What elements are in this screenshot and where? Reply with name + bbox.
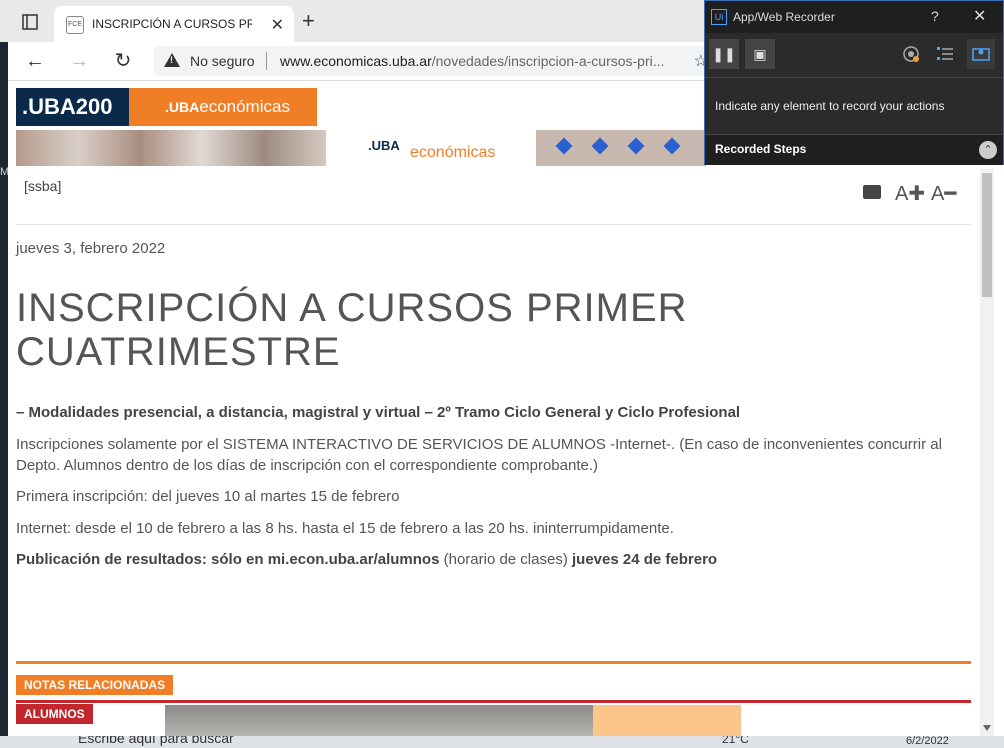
logo-prefix: .UBA [165, 99, 200, 115]
target-settings-icon[interactable] [901, 45, 921, 65]
category-badge[interactable]: ALUMNOS [16, 704, 93, 724]
taskbar-date[interactable]: 6/2/2022 [906, 736, 949, 747]
scrollbar-thumb[interactable] [982, 173, 992, 297]
url-text[interactable]: www.economicas.uba.ar/novedades/inscripc… [280, 53, 664, 69]
browser-tab[interactable]: FCE INSCRIPCIÓN A CURSOS PRIMER ✕ [54, 6, 294, 42]
results-date: jueves 24 de febrero [572, 551, 718, 568]
warning-icon[interactable] [164, 53, 180, 67]
back-button[interactable]: ← [24, 50, 46, 72]
banner-logo: .UBA económicas [368, 137, 495, 161]
banner-logo-area: .UBA económicas [326, 130, 536, 166]
banner-photo-right [536, 130, 706, 166]
url-path: /novedades/inscripcion-a-cursos-pri... [431, 53, 665, 69]
article-tag: [ssba] [24, 178, 62, 194]
banner-diamond [555, 137, 573, 155]
app-web-recorder-window: Ui App/Web Recorder ? ✕ ❚❚ ▣ Indicate an… [704, 0, 1004, 165]
results-mid-text: (horario de clases) [439, 551, 572, 568]
banner-logo-name: económicas [410, 144, 496, 161]
site-favicon-icon: FCE [66, 16, 84, 34]
article-paragraph: Inscripciones solamente por el SISTEMA I… [16, 436, 942, 474]
article-paragraph: Internet: desde el 10 de febrero a las 8… [16, 520, 674, 537]
save-recording-button[interactable]: ▣ [745, 39, 775, 69]
font-decrease-button[interactable]: A━ [931, 181, 956, 206]
recorded-steps-label: Recorded Steps [715, 142, 807, 156]
font-increase-button[interactable]: A✚ [895, 181, 925, 206]
article-paragraph: Primera inscripción: del jueves 10 al ma… [16, 488, 400, 505]
logo-name: económicas [199, 97, 290, 116]
divider [16, 224, 971, 225]
header-banner: .UBA económicas [16, 130, 706, 166]
results-text: Publicación de resultados: sólo en mi.ec… [16, 551, 440, 568]
recorder-titlebar: Ui App/Web Recorder ? ✕ [705, 1, 1003, 33]
tab-title: INSCRIPCIÓN A CURSOS PRIMER [92, 17, 252, 31]
recorded-steps-header[interactable]: Recorded Steps ⌃ [705, 134, 1003, 165]
tab-close-icon[interactable]: ✕ [271, 15, 284, 35]
help-button[interactable]: ? [931, 8, 939, 24]
related-notes-label: NOTAS RELACIONADAS [16, 675, 174, 695]
recorder-toolbar: ❚❚ ▣ [705, 33, 1003, 78]
banner-photo-left [16, 130, 326, 166]
banner-diamond [591, 137, 609, 155]
web-page: .UBA200 .UBAeconómicas .UBA económicas [s… [8, 81, 1004, 748]
windows-taskbar: Escribe aquí para buscar 21°C 6/2/2022 [0, 736, 1004, 748]
desktop-edge: M [0, 0, 9, 748]
banner-logo-prefix: .UBA [368, 138, 400, 153]
collapse-chevron-icon[interactable]: ⌃ [979, 141, 997, 159]
url-host: www.economicas.uba.ar [280, 53, 432, 69]
indicate-screen-button[interactable] [967, 39, 995, 69]
article-title: INSCRIPCIÓN A CURSOS PRIMER CUATRIMESTRE [16, 286, 688, 374]
taskbar-weather[interactable]: 21°C [722, 736, 749, 746]
banner-diamond [663, 137, 681, 155]
category-divider [16, 700, 971, 703]
scroll-down-icon[interactable] [983, 725, 991, 731]
forward-button[interactable]: → [68, 50, 90, 72]
article-date: jueves 3, febrero 2022 [16, 240, 166, 257]
close-button[interactable]: ✕ [973, 6, 986, 26]
uba200-logo[interactable]: .UBA200 [16, 88, 129, 126]
uba-economicas-logo[interactable]: .UBAeconómicas [129, 88, 317, 126]
article-paragraph-results: Publicación de resultados: sólo en mi.ec… [16, 549, 966, 570]
related-divider [16, 661, 971, 664]
new-tab-button[interactable]: + [302, 10, 315, 32]
reload-button[interactable]: ↻ [112, 50, 134, 72]
address-separator [266, 52, 267, 70]
recorder-title: App/Web Recorder [733, 10, 835, 24]
uipath-logo-icon: Ui [711, 9, 727, 25]
security-status[interactable]: No seguro [190, 53, 255, 69]
banner-diamond [627, 137, 645, 155]
print-icon[interactable] [863, 185, 881, 199]
page-scrollbar[interactable] [980, 169, 994, 739]
tab-actions-icon[interactable] [22, 14, 38, 30]
taskbar-search[interactable]: Escribe aquí para buscar [78, 736, 234, 746]
address-bar[interactable]: No seguro www.economicas.uba.ar/novedade… [154, 46, 714, 76]
pause-button[interactable]: ❚❚ [709, 39, 739, 69]
step-list-icon[interactable] [935, 45, 955, 65]
recorder-instruction: Indicate any element to record your acti… [715, 99, 945, 113]
article-subtitle: – Modalidades presencial, a distancia, m… [16, 404, 741, 421]
